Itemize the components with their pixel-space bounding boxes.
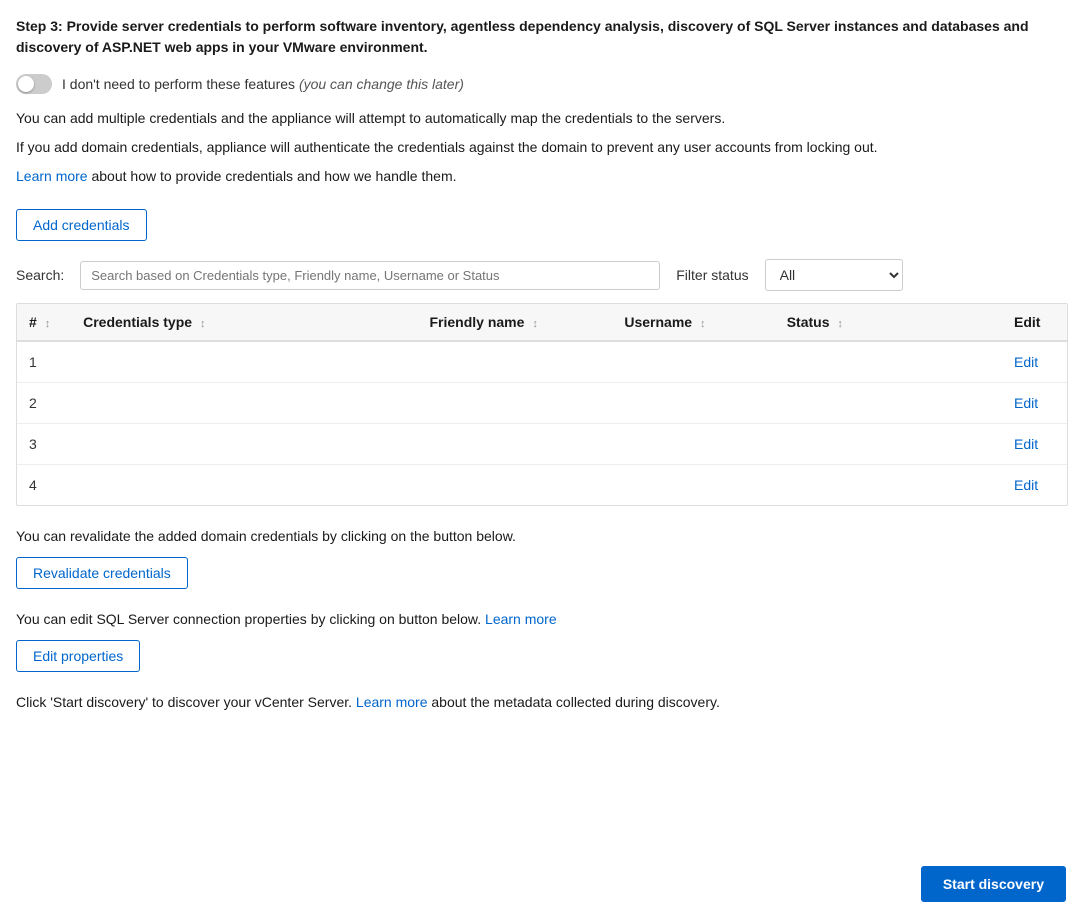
credentials-table: # ↕ Credentials type ↕ Friendly name ↕ U… — [17, 304, 1067, 505]
edit-props-text: You can edit SQL Server connection prope… — [16, 609, 1068, 630]
edit-properties-section: You can edit SQL Server connection prope… — [16, 609, 1068, 672]
edit-properties-button[interactable]: Edit properties — [16, 640, 140, 672]
toggle-switch[interactable] — [16, 74, 52, 94]
toggle-row: I don't need to perform these features (… — [16, 74, 1068, 94]
row-1-friendly-name — [418, 341, 613, 383]
sort-icon-cred: ↕ — [200, 318, 206, 330]
add-credentials-button[interactable]: Add credentials — [16, 209, 147, 241]
row-2-username — [612, 383, 774, 424]
row-3-num: 3 — [17, 424, 71, 465]
row-4-friendly-name — [418, 465, 613, 506]
row-4-username — [612, 465, 774, 506]
table-body: 1 Edit 2 Edit 3 Edit — [17, 341, 1067, 505]
toggle-label: I don't need to perform these features (… — [62, 76, 464, 92]
row-4-edit: Edit — [1002, 465, 1067, 506]
credentials-table-container: # ↕ Credentials type ↕ Friendly name ↕ U… — [16, 303, 1068, 506]
row-2-edit-link[interactable]: Edit — [1014, 395, 1038, 411]
edit-props-learn-more-link[interactable]: Learn more — [485, 611, 557, 627]
table-row: 1 Edit — [17, 341, 1067, 383]
sort-icon-status: ↕ — [837, 318, 843, 330]
table-row: 2 Edit — [17, 383, 1067, 424]
row-3-friendly-name — [418, 424, 613, 465]
info-text-1: You can add multiple credentials and the… — [16, 108, 1068, 129]
revalidate-text: You can revalidate the added domain cred… — [16, 526, 1068, 547]
info-text-2: If you add domain credentials, appliance… — [16, 137, 1068, 158]
toggle-thumb — [18, 76, 34, 92]
row-4-num: 4 — [17, 465, 71, 506]
col-header-friendly-name[interactable]: Friendly name ↕ — [418, 304, 613, 341]
row-4-status — [775, 465, 1002, 506]
row-2-num: 2 — [17, 383, 71, 424]
learn-more-link[interactable]: Learn more — [16, 168, 88, 184]
row-1-status — [775, 341, 1002, 383]
row-4-cred-type — [71, 465, 417, 506]
row-2-edit: Edit — [1002, 383, 1067, 424]
filter-status-label: Filter status — [676, 267, 748, 283]
row-4-edit-link[interactable]: Edit — [1014, 477, 1038, 493]
toggle-track — [16, 74, 52, 94]
revalidate-section: You can revalidate the added domain cred… — [16, 526, 1068, 589]
filter-status-select[interactable]: All Valid Invalid Not validated — [765, 259, 903, 291]
sort-icon-username: ↕ — [700, 318, 706, 330]
row-1-cred-type — [71, 341, 417, 383]
row-1-num: 1 — [17, 341, 71, 383]
search-label: Search: — [16, 267, 64, 283]
row-1-username — [612, 341, 774, 383]
search-input[interactable] — [80, 261, 660, 290]
row-1-edit: Edit — [1002, 341, 1067, 383]
table-header-row: # ↕ Credentials type ↕ Friendly name ↕ U… — [17, 304, 1067, 341]
table-row: 4 Edit — [17, 465, 1067, 506]
row-2-friendly-name — [418, 383, 613, 424]
col-header-status[interactable]: Status ↕ — [775, 304, 1002, 341]
row-3-cred-type — [71, 424, 417, 465]
discovery-text: Click 'Start discovery' to discover your… — [16, 692, 1068, 713]
col-header-cred-type[interactable]: Credentials type ↕ — [71, 304, 417, 341]
row-3-edit: Edit — [1002, 424, 1067, 465]
row-3-username — [612, 424, 774, 465]
step-title: Step 3: Provide server credentials to pe… — [16, 16, 1068, 58]
learn-more-suffix: about how to provide credentials and how… — [88, 168, 457, 184]
row-3-status — [775, 424, 1002, 465]
sort-icon-friendly: ↕ — [532, 318, 538, 330]
col-header-hash[interactable]: # ↕ — [17, 304, 71, 341]
col-header-edit: Edit — [1002, 304, 1067, 341]
toggle-note: (you can change this later) — [299, 76, 464, 92]
row-2-status — [775, 383, 1002, 424]
col-header-username[interactable]: Username ↕ — [612, 304, 774, 341]
sort-icon-hash: ↕ — [45, 318, 51, 330]
search-filter-row: Search: Filter status All Valid Invalid … — [16, 259, 1068, 291]
start-discovery-button[interactable]: Start discovery — [921, 866, 1066, 902]
revalidate-credentials-button[interactable]: Revalidate credentials — [16, 557, 188, 589]
table-row: 3 Edit — [17, 424, 1067, 465]
row-3-edit-link[interactable]: Edit — [1014, 436, 1038, 452]
learn-more-row: Learn more about how to provide credenti… — [16, 166, 1068, 187]
discovery-learn-more-link[interactable]: Learn more — [356, 694, 428, 710]
row-1-edit-link[interactable]: Edit — [1014, 354, 1038, 370]
row-2-cred-type — [71, 383, 417, 424]
